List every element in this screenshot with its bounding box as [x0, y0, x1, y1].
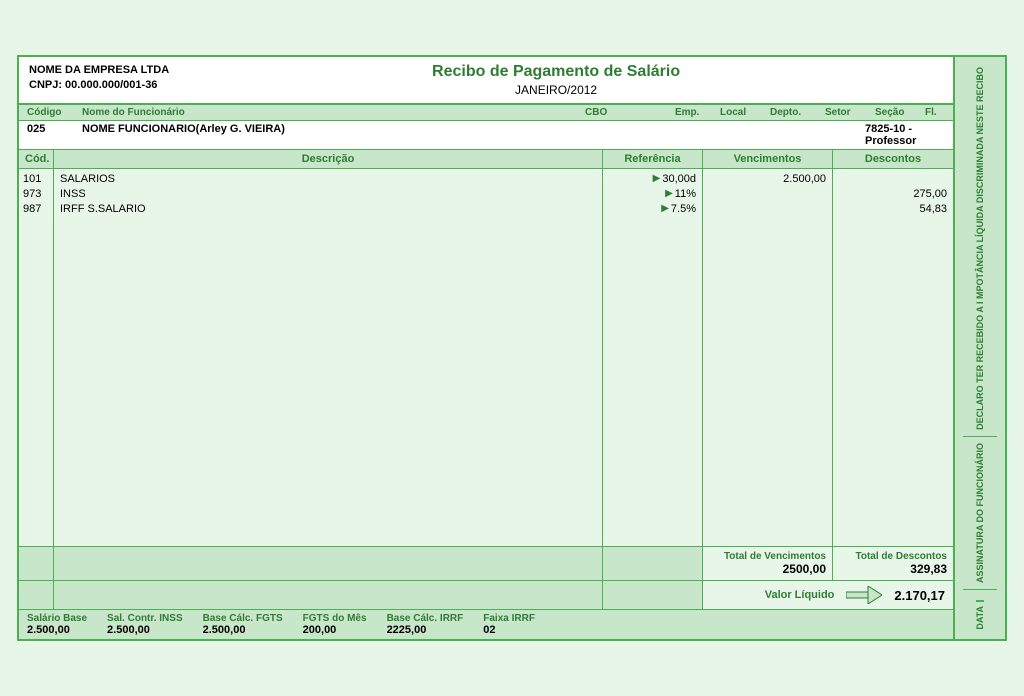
item-ref-2: ▶ 7.5%: [609, 203, 696, 215]
sidebar-divider-1: [963, 436, 997, 437]
bottom-base-calc-irrf: Base Cálc. IRRF 2225,00: [387, 613, 464, 636]
total-venc-col: Total de Vencimentos 2500,00: [703, 547, 833, 580]
employee-cbo: 7825-10 - Professor: [865, 123, 945, 147]
employee-nome: NOME FUNCIONARIO(Arley G. VIEIRA): [82, 123, 855, 147]
total-venc-label: Total de Vencimentos: [709, 551, 826, 562]
bottom-salario-base: Salário Base 2.500,00: [27, 613, 87, 636]
item-desc-val-2: 54,83: [839, 203, 947, 215]
bottom-base-calc-fgts: Base Cálc. FGTS 2.500,00: [203, 613, 283, 636]
salario-base-label: Salário Base: [27, 613, 87, 624]
employee-header: Código Nome do Funcionário CBO Emp. Loca…: [19, 104, 953, 121]
fgts-mes-value: 200,00: [303, 624, 367, 636]
employee-data-row: 025 NOME FUNCIONARIO(Arley G. VIEIRA) 78…: [19, 121, 953, 150]
bottom-section: Salário Base 2.500,00 Sal. Contr. INSS 2…: [19, 609, 953, 639]
valor-liquido-container: Valor Líquido 2.170,17: [703, 581, 953, 609]
col-label-secao: Seção: [875, 107, 915, 118]
total-desc-value: 329,83: [839, 562, 947, 576]
total-desc-label: Total de Descontos: [839, 551, 947, 562]
company-name: NOME DA EMPRESA LTDA: [29, 63, 169, 78]
faixa-irrf-label: Faixa IRRF: [483, 613, 535, 624]
sidebar-text-assinatura: ASSINATURA DO FUNCIONÁRIO: [975, 443, 986, 583]
valor-liquido-value: 2.170,17: [894, 588, 945, 603]
cod-column: 101 973 987: [19, 169, 54, 547]
sidebar-text-declaro: DECLARO TER RECEBIDO A I MPOTÂNCIA LÍQUI…: [975, 67, 986, 430]
col-label-local: Local: [720, 107, 760, 118]
col-label-cbo: CBO: [585, 107, 665, 118]
item-cod-0: 101: [23, 173, 49, 185]
col-label-fl: Fl.: [925, 107, 945, 118]
desc-val-column: 275,00 54,83: [833, 169, 953, 547]
sidebar-divider-2: [963, 589, 997, 590]
col-label-nome: Nome do Funcionário: [82, 107, 575, 118]
item-desc-val-0: [839, 173, 947, 185]
ref-arrow-0: ▶: [653, 173, 661, 184]
col-label-setor: Setor: [825, 107, 865, 118]
title-block: Recibo de Pagamento de Salário JANEIRO/2…: [169, 63, 943, 97]
sal-contr-inss-value: 2.500,00: [107, 624, 183, 636]
desc-column: SALARIOS INSS IRFF S.SALARIO: [54, 169, 603, 547]
period: JANEIRO/2012: [169, 83, 943, 97]
salario-base-value: 2.500,00: [27, 624, 87, 636]
col-header-descontos: Descontos: [833, 150, 953, 168]
totals-row: Total de Vencimentos 2500,00 Total de De…: [19, 546, 953, 580]
arrow-icon: [846, 586, 882, 604]
col-label-depto: Depto.: [770, 107, 815, 118]
base-calc-irrf-label: Base Cálc. IRRF: [387, 613, 464, 624]
valor-liquido-row: Valor Líquido 2.170,17: [19, 580, 953, 609]
bottom-faixa-irrf: Faixa IRRF 02: [483, 613, 535, 636]
col-header-cod: Cód.: [19, 150, 54, 168]
item-desc-0: SALARIOS: [60, 173, 596, 185]
bottom-fgts-mes: FGTS do Mês 200,00: [303, 613, 367, 636]
base-calc-fgts-value: 2.500,00: [203, 624, 283, 636]
col-header-descricao: Descrição: [54, 150, 603, 168]
bottom-sal-contr-inss: Sal. Contr. INSS 2.500,00: [107, 613, 183, 636]
sidebar-data-label: DATA: [975, 606, 985, 630]
item-desc-1: INSS: [60, 188, 596, 200]
sal-contr-inss-label: Sal. Contr. INSS: [107, 613, 183, 624]
recibo-title: Recibo de Pagamento de Salário: [169, 63, 943, 81]
company-info: NOME DA EMPRESA LTDA CNPJ: 00.000.000/00…: [29, 63, 169, 94]
base-calc-fgts-label: Base Cálc. FGTS: [203, 613, 283, 624]
total-venc-value: 2500,00: [709, 562, 826, 576]
item-cod-2: 987: [23, 203, 49, 215]
sidebar: DECLARO TER RECEBIDO A I MPOTÂNCIA LÍQUI…: [955, 57, 1005, 640]
valor-liquido-label: Valor Líquido: [765, 589, 835, 601]
item-ref-1: ▶ 11%: [609, 188, 696, 200]
employee-codigo: 025: [27, 123, 72, 147]
total-desc-col: Total de Descontos 329,83: [833, 547, 953, 580]
col-label-codigo: Código: [27, 107, 72, 118]
item-ref-0: ▶ 30,00d: [609, 173, 696, 185]
ref-arrow-2: ▶: [661, 203, 669, 214]
company-cnpj: CNPJ: 00.000.000/001-36: [29, 78, 169, 93]
col-header-referencia: Referência: [603, 150, 703, 168]
item-desc-val-1: 275,00: [839, 188, 947, 200]
item-venc-0: 2.500,00: [709, 173, 826, 185]
ref-column: ▶ 30,00d ▶ 11% ▶ 7.5%: [603, 169, 703, 547]
ref-arrow-1: ▶: [665, 188, 673, 199]
col-header-vencimentos: Vencimentos: [703, 150, 833, 168]
venc-column: 2.500,00: [703, 169, 833, 547]
item-cod-1: 973: [23, 188, 49, 200]
fgts-mes-label: FGTS do Mês: [303, 613, 367, 624]
faixa-irrf-value: 02: [483, 624, 535, 636]
base-calc-irrf-value: 2225,00: [387, 624, 464, 636]
item-desc-2: IRFF S.SALARIO: [60, 203, 596, 215]
col-label-emp: Emp.: [675, 107, 710, 118]
sidebar-line-data: [976, 600, 984, 602]
